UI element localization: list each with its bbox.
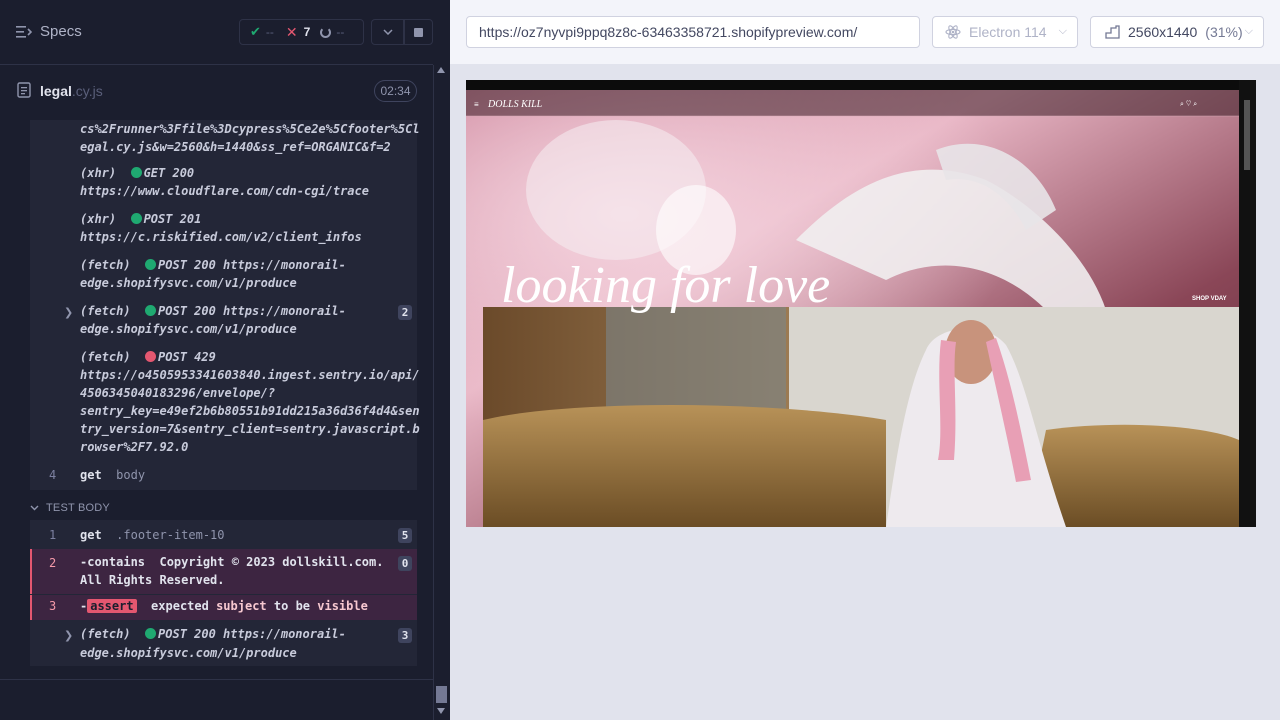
status-ok-dot-icon <box>130 167 142 178</box>
command-number: 2 <box>49 556 57 570</box>
log-entry-fetch-3-url-2: 4506345040183296/envelope/? <box>80 386 276 400</box>
chevron-down-icon <box>382 29 393 35</box>
failed-x-icon: ✕ <box>285 23 298 40</box>
ruler-icon <box>1105 25 1120 39</box>
stop-icon <box>414 27 423 37</box>
expand-chevron-icon[interactable]: ❯ <box>64 306 73 319</box>
log-entry-xhr-1-url: https://www.cloudflare.com/cdn-cgi/trace <box>80 184 369 198</box>
menu-icon[interactable]: ≡ <box>474 100 479 109</box>
chevron-down-icon <box>30 505 39 511</box>
stop-button[interactable] <box>404 19 433 45</box>
log-entry-xhr-1[interactable]: (xhr) GET 200 <box>80 164 194 182</box>
status-ok-dot-icon <box>145 628 157 639</box>
log-entry-fetch-2-url: edge.shopifysvc.com/v1/produce <box>80 322 297 336</box>
log-entry-fetch-1[interactable]: (fetch) POST 200 https://monorail- <box>80 256 346 274</box>
log-url-line-2: egal.cy.js&w=2560&h=1440&ss_ref=ORGANIC&… <box>80 140 391 154</box>
command-assert[interactable]: - assert expected subject to be visible <box>80 597 368 615</box>
command-contains[interactable]: -contains Copyright © 2023 dollskill.com… <box>80 553 383 571</box>
log-entry-fetch-3[interactable]: (fetch) POST 429 <box>80 348 216 366</box>
electron-icon <box>945 25 961 39</box>
log-entry-fetch-3-url-3: sentry_key=e49ef2b6b80551b91dd215a36d36f… <box>80 404 420 418</box>
divider <box>0 679 433 680</box>
command-log: cs%2Frunner%3Ffile%3Dcypress%5Ce2e%5Cfoo… <box>0 120 433 680</box>
status-error-dot-icon <box>145 351 157 362</box>
log-entry-fetch-4[interactable]: (fetch) POST 200 https://monorail- <box>80 625 346 643</box>
command-number: 4 <box>49 468 57 482</box>
element-count-badge: 0 <box>398 556 412 571</box>
test-body-header[interactable]: TEST BODY <box>30 502 110 514</box>
aut-toolbar: https://oz7nyvpi9ppq8z8c-63463358721.sho… <box>450 0 1280 64</box>
log-entry-fetch-1-url: edge.shopifysvc.com/v1/produce <box>80 276 297 290</box>
app-under-test-frame[interactable]: ≡ DOLLS KILL ⌕ ♡ ⌕ looking for love SHOP… <box>466 80 1256 527</box>
command-number: 3 <box>49 599 57 613</box>
request-count-badge: 3 <box>398 628 412 643</box>
command-number: 1 <box>49 528 57 542</box>
auto-scroll-button[interactable] <box>371 19 404 45</box>
command-log-panel: Specs ✔ -- ✕ 7 -- legal.cy.js 02:34 cs%2… <box>0 0 450 720</box>
log-entry-fetch-3-url-1: https://o4505953341603840.ingest.sentry.… <box>80 368 420 382</box>
log-entry-fetch-4-url: edge.shopifysvc.com/v1/produce <box>80 646 297 660</box>
assert-tag: assert <box>87 599 137 613</box>
log-entry-fetch-2[interactable]: (fetch) POST 200 https://monorail- <box>80 302 346 320</box>
spec-file-header: legal.cy.js 02:34 <box>0 66 433 120</box>
status-ok-dot-icon <box>145 259 157 270</box>
viewport-info[interactable]: 2560x1440 (31%) ⌵ <box>1090 16 1264 48</box>
status-ok-dot-icon <box>130 213 142 224</box>
passed-count: -- <box>265 25 274 39</box>
scrollbar[interactable] <box>433 65 450 720</box>
browser-selector[interactable]: Electron 114 ⌵ <box>932 16 1078 48</box>
scrollbar-thumb[interactable] <box>436 686 447 703</box>
specs-label: Specs <box>40 23 82 40</box>
pending-count: -- <box>336 25 345 39</box>
log-entry-xhr-2[interactable]: (xhr) POST 201 <box>80 210 201 228</box>
command-get-footer-item[interactable]: get .footer-item-10 <box>80 526 225 544</box>
chevron-down-icon: ⌵ <box>1244 25 1253 37</box>
expand-chevron-icon[interactable]: ❯ <box>64 629 73 642</box>
element-count-badge: 5 <box>398 528 412 543</box>
hero-headline: looking for love <box>501 257 830 314</box>
chevron-down-icon: ⌵ <box>1058 25 1067 37</box>
scroll-up-arrow-icon[interactable] <box>437 67 445 73</box>
site-header-icons[interactable]: ⌕ ♡ ⌕ <box>1180 101 1197 108</box>
shop-vday-link[interactable]: SHOP VDAY <box>1192 296 1227 302</box>
zoom-level: (31%) <box>1205 24 1243 40</box>
command-get-body[interactable]: get body <box>80 466 145 484</box>
aut-panel: https://oz7nyvpi9ppq8z8c-63463358721.sho… <box>450 0 1280 720</box>
specs-header: Specs ✔ -- ✕ 7 -- <box>0 0 433 65</box>
passed-check-icon: ✔ <box>250 24 261 39</box>
log-entry-fetch-3-url-4: try_version=7&sentry_client=sentry.javas… <box>80 422 420 436</box>
log-entry-fetch-3-url-5: rowser%2F7.92.0 <box>80 440 189 454</box>
document-icon <box>17 82 31 98</box>
site-logo[interactable]: DOLLS KILL <box>487 99 543 110</box>
viewport-size: 2560x1440 <box>1128 24 1198 40</box>
browser-label: Electron 114 <box>969 24 1047 40</box>
specs-toggle[interactable]: Specs <box>16 23 82 40</box>
command-contains-continued: All Rights Reserved. <box>80 573 225 587</box>
request-count-badge: 2 <box>398 305 412 320</box>
spec-duration: 02:34 <box>374 80 417 102</box>
spec-file-name[interactable]: legal.cy.js <box>40 83 103 99</box>
stats-summary: ✔ -- ✕ 7 -- <box>239 19 364 45</box>
failed-count: 7 <box>303 25 311 39</box>
status-ok-dot-icon <box>145 305 157 316</box>
log-entry-xhr-2-url: https://c.riskified.com/v2/client_infos <box>80 230 362 244</box>
url-bar[interactable]: https://oz7nyvpi9ppq8z8c-63463358721.sho… <box>466 16 920 48</box>
scroll-down-arrow-icon[interactable] <box>437 708 445 714</box>
specs-list-icon <box>16 25 32 38</box>
log-url-line-1: cs%2Frunner%3Ffile%3Dcypress%5Ce2e%5Cfoo… <box>80 122 420 136</box>
pending-spinner-icon <box>320 26 332 38</box>
